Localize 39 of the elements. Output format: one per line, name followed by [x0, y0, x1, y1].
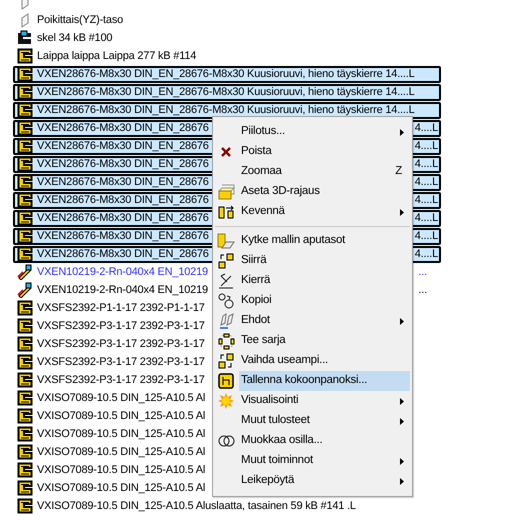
row-label: VXISO7089-10.5 DIN_125-A10.5 Aluslaatta, tasainen 59 kB #141 .L: [37, 498, 356, 514]
row-label-end: 4....L: [414, 210, 438, 226]
row-label-end: 4....L: [414, 120, 438, 136]
row-label: VXSFS2392-P3-1-17 2392-P3-1-17: [37, 318, 205, 334]
row-label: VXEN28676-M8x30 DIN_EN_28676: [37, 138, 209, 154]
row-label: VXISO7089-10.5 DIN_125-A10.5 Al: [37, 444, 206, 460]
row-label: VXEN28676-M8x30 DIN_EN_28676: [37, 156, 209, 172]
row-label: VXISO7089-10.5 DIN_125-A10.5 Al: [37, 390, 206, 406]
row-label: VXEN10219-2-Rn-040x4 EN_10219: [37, 264, 208, 280]
row-label: VXISO7089-10.5 DIN_125-A10.5 Al: [37, 426, 206, 442]
row-label: VXSFS2392-P3-1-17 2392-P3-1-17: [37, 336, 205, 352]
row-label: VXEN28676-M8x30 DIN_EN_28676: [37, 210, 209, 226]
row-label-end: 4....L: [414, 174, 438, 190]
row-label: VXEN28676-M8x30 DIN_EN_28676: [37, 228, 209, 244]
row-label-end: ...: [418, 264, 427, 280]
row-label: VXSFS2392-P3-1-17 2392-P3-1-17: [37, 372, 205, 388]
shortcut-label: Z: [395, 164, 402, 180]
row-label: VXEN28676-M8x30 DIN_EN_28676: [37, 192, 209, 208]
row-label: Laippa laippa Laippa 277 kB #114: [37, 48, 196, 64]
row-label: VXISO7089-10.5 DIN_125-A10.5 Al: [37, 480, 206, 496]
row-label: VXEN28676-M8x30 DIN_EN_28676: [37, 174, 209, 190]
row-label: VXEN28676-M8x30 DIN_EN_28676-M8x30 Kuusioruuvi, hieno täyskierre 14....L: [37, 102, 415, 118]
row-label-end: 4....L: [414, 156, 438, 172]
row-label: VXSFS2392-P1-1-17 2392-P1-1-17: [37, 300, 205, 316]
row-label: VXEN28676-M8x30 DIN_EN_28676: [37, 246, 209, 262]
row-label: VXISO7089-10.5 DIN_125-A10.5 Al: [37, 408, 206, 424]
row-label: VXEN28676-M8x30 DIN_EN_28676-M8x30 Kuusioruuvi, hieno täyskierre 14....L: [37, 66, 415, 82]
row-label-end: 4....L: [414, 246, 438, 262]
row-label-end: 4....L: [414, 228, 438, 244]
row-label: VXEN28676-M8x30 DIN_EN_28676-M8x30 Kuusioruuvi, hieno täyskierre 14....L: [37, 84, 415, 100]
row-label: Poikittais(YZ)-taso: [37, 12, 124, 28]
row-label-end: ...: [418, 282, 427, 298]
row-label-end: 4....L: [414, 192, 438, 208]
row-label: VXEN10219-2-Rn-040x4 EN_10219: [37, 282, 208, 298]
row-label: VXISO7089-10.5 DIN_125-A10.5 Al: [37, 462, 206, 478]
row-label-end: 4....L: [414, 138, 438, 154]
row-label: VXSFS2392-P3-1-17 2392-P3-1-17: [37, 354, 205, 370]
row-label: VXEN28676-M8x30 DIN_EN_28676: [37, 120, 209, 136]
row-label: skel 34 kB #100: [37, 30, 112, 46]
